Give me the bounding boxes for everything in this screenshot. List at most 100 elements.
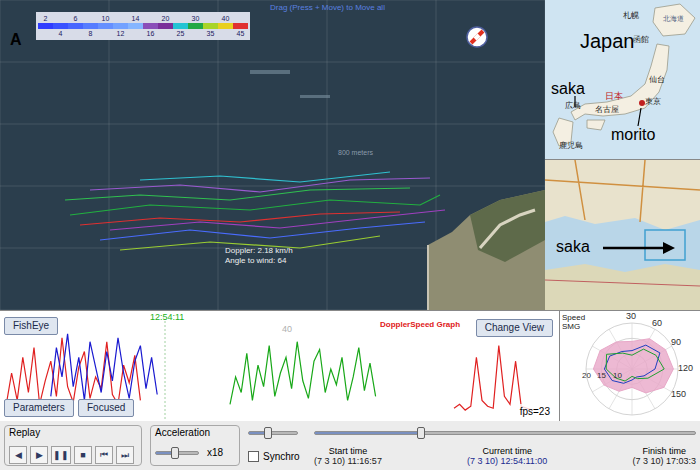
graph-button[interactable]: Parameters: [4, 399, 74, 417]
legend-item: 20: [158, 14, 173, 38]
acceleration-label: Acceleration: [155, 427, 235, 439]
speed-series: [230, 342, 376, 405]
japan-label: saka: [551, 80, 585, 98]
satellite-map[interactable]: 246810121416202530354045Drag (Press + Mo…: [0, 0, 545, 310]
cursor-time: 12:54:11: [150, 311, 184, 325]
time-row: Start time(7 3 10) 11:16:57Current time(…: [314, 446, 696, 466]
legend-label: 45: [237, 30, 245, 37]
legend-label: 16: [147, 30, 155, 37]
time-value: (7 3 10) 11:16:57: [314, 456, 382, 466]
north-label: A: [10, 32, 22, 48]
local-map: [545, 160, 700, 310]
time-label: Finish time: [642, 446, 686, 456]
legend-item: 4: [53, 14, 68, 38]
legend-swatch: [38, 23, 53, 29]
legend-swatch: [68, 23, 83, 29]
replay-button[interactable]: ■: [74, 446, 92, 464]
legend-item: 16: [143, 14, 158, 38]
speed-legend: 246810121416202530354045: [38, 14, 248, 38]
radial-tick: 10: [613, 371, 622, 380]
japan-label: 東京: [645, 96, 661, 108]
legend-label-slot: 10: [102, 14, 110, 23]
boat-track: [140, 172, 390, 182]
legend-label: 4: [59, 30, 63, 37]
slider-thumb[interactable]: [171, 447, 179, 459]
top-area: 246810121416202530354045Drag (Press + Mo…: [0, 0, 700, 310]
legend-swatch: [203, 23, 218, 29]
slider-thumb[interactable]: [264, 427, 272, 439]
synchro-toggle[interactable]: Synchro: [248, 449, 306, 464]
polar-series: [604, 345, 660, 383]
synchro-checkbox[interactable]: [248, 451, 259, 462]
doppler-graph[interactable]: 12:54:11 40 DopplerSpeed Graph FishEye Chang…: [0, 311, 560, 421]
time-value: (7 3 10) 12:54:11:00: [467, 456, 547, 466]
legend-label-slot: 20: [162, 14, 170, 23]
axis-tick: 40: [282, 323, 292, 337]
control-bar: Replay◀▶❚❚■⏮⏭Accelerationx18SynchroStart…: [0, 420, 700, 470]
time-value: (7 3 10) 17:03:3: [632, 456, 696, 466]
legend-label-slot: 35: [207, 29, 215, 38]
north-arrow-icon: A: [10, 32, 22, 48]
slider-track[interactable]: [248, 431, 298, 435]
drag-hint: Drag (Press + Move) to Move all: [270, 2, 385, 14]
legend-label-slot: 12: [117, 29, 125, 38]
scale-label: 800 meters: [338, 148, 373, 159]
graph-title: DopplerSpeed Graph: [380, 319, 460, 331]
replay-buttons: ◀▶❚❚■⏮⏭: [9, 446, 137, 464]
replay-button[interactable]: ▶: [30, 446, 48, 464]
legend-swatch: [233, 23, 248, 29]
wind-compass-icon[interactable]: [466, 26, 488, 48]
local-inset: saka: [545, 160, 700, 310]
legend-label-slot: 2: [44, 14, 48, 23]
timeline-group: Start time(7 3 10) 11:16:57Current time(…: [314, 425, 696, 466]
slider-fill: [315, 432, 421, 434]
slider-thumb[interactable]: [417, 427, 425, 439]
japan-label: 鹿児島: [559, 140, 583, 152]
legend-item: 6: [68, 14, 83, 38]
time-label: Current time: [482, 446, 532, 456]
angle-tick: 120: [678, 363, 693, 373]
angle-tick: 150: [671, 389, 686, 399]
angle-tick: 30: [626, 311, 636, 321]
boat-track: [100, 222, 425, 240]
legend-label: 10: [102, 15, 110, 22]
graph-button[interactable]: FishEye: [4, 317, 58, 335]
legend-label: 20: [162, 15, 170, 22]
slider-track[interactable]: [314, 431, 696, 435]
slider-track[interactable]: [155, 451, 199, 455]
japan-label: 名古屋: [595, 104, 619, 116]
legend-label: 14: [132, 15, 140, 22]
replay-label: Replay: [9, 427, 137, 439]
graph-button[interactable]: Change View: [476, 319, 553, 337]
legend-label: 8: [89, 30, 93, 37]
speed-series: [51, 334, 157, 401]
legend-label: 40: [222, 15, 230, 22]
polar-series: [606, 349, 664, 381]
legend-item: 25: [173, 14, 188, 38]
replay-button[interactable]: ◀: [9, 446, 27, 464]
radial-tick: 20: [582, 371, 591, 380]
replay-button[interactable]: ⏮: [95, 446, 113, 464]
legend-label-slot: 8: [89, 29, 93, 38]
legend-label-slot: 45: [237, 29, 245, 38]
legend-item: 40: [218, 14, 233, 38]
graph-button[interactable]: Focused: [78, 399, 134, 417]
japan-inset: Japansakamorito札幌函館仙台日本東京広島名古屋鹿児島北海道: [545, 0, 700, 160]
polar-legend-item: SMG: [562, 322, 585, 331]
japan-label: Japan: [580, 30, 635, 52]
time-field: Finish time(7 3 10) 17:03:3: [632, 446, 696, 466]
replay-group: Replay ◀▶❚❚■⏮⏭: [4, 425, 142, 466]
legend-label-slot: 14: [132, 14, 140, 23]
replay-button[interactable]: ❚❚: [51, 446, 71, 464]
legend-label: 25: [177, 30, 185, 37]
speed-series: [454, 346, 532, 411]
legend-label-slot: 16: [147, 29, 155, 38]
acceleration-row: x18: [155, 445, 235, 464]
legend-item: 14: [128, 14, 143, 38]
legend-item: 45: [233, 14, 248, 38]
japan-label: 仙台: [649, 74, 665, 86]
info-line: Doppler: 2.18 km/h: [225, 246, 293, 256]
legend-item: 12: [113, 14, 128, 38]
boat-track: [65, 188, 410, 200]
replay-button[interactable]: ⏭: [116, 446, 134, 464]
